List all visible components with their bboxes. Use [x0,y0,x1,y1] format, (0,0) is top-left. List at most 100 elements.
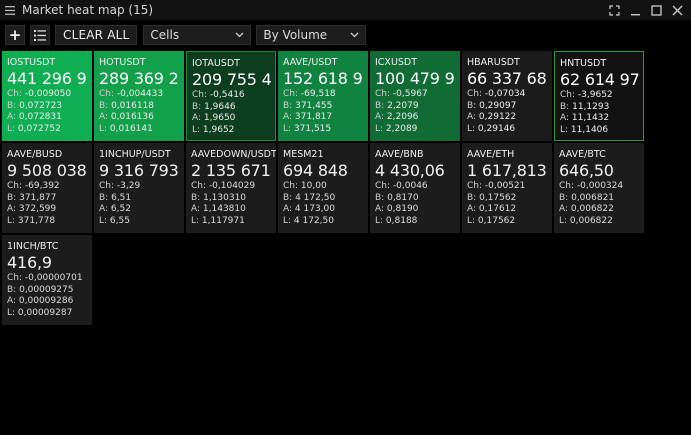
tile-ask: 1,9650 [203,113,236,123]
tile-symbol: IOSTUSDT [7,57,56,68]
heat-map-tile[interactable]: HOTUSDT 289 369 2 Ch: -0,004433 B: 0,016… [94,51,184,141]
heat-map-tile[interactable]: AAVE/BNB 4 430,06 Ch: -0,0046 B: 0,8170 … [370,143,460,233]
heat-map-tile[interactable]: 1INCHUP/USDT 9 316 793 Ch: -3,29 B: 6,51… [94,143,184,233]
tile-last: 1,9652 [202,124,235,135]
ask-label: A: [467,204,477,214]
ask-label: A: [191,204,201,214]
heat-map-tile[interactable]: MESM21 694 848 Ch: 10,00 B: 4 172,50 A: … [278,143,368,233]
ask-label: A: [7,112,17,122]
heat-map-tile[interactable]: HNTUSDT 62 614 97 Ch: -3,9652 B: 11,1293… [554,51,644,141]
heat-map-tile[interactable]: AAVEDOWN/USDT 2 135 671 Ch: -0,104029 B:… [186,143,276,233]
hamburger-menu-icon[interactable] [0,0,20,20]
tile-bid: 0,006821 [571,192,615,203]
tile-bid-row: B: 0,00009275 [7,285,92,297]
last-label: L: [560,124,569,135]
tile-volume: 441 296 9 [7,69,87,88]
heat-map-tile[interactable]: AAVE/BUSD 9 508 038 Ch: -69,392 B: 371,8… [2,143,92,233]
tile-last-row: L: 371,778 [7,216,92,228]
tile-symbol: HOTUSDT [99,57,146,68]
tile-bid-row: B: 371,877 [7,193,92,205]
tile-ask: 1,143810 [202,204,246,214]
tile-change-row: Ch: -0,5967 [375,89,460,101]
tile-bid: 1,130310 [203,192,247,203]
view-mode-select[interactable]: Cells [143,25,252,45]
sort-mode-value: By Volume [263,28,328,42]
tile-change-row: Ch: -0,009050 [7,89,92,101]
heat-map-tile[interactable]: AAVE/ETH 1 617,813 Ch: -0,00521 B: 0,175… [462,143,552,233]
tile-bid-row: B: 0,072723 [7,101,92,113]
heat-map-tile[interactable]: AAVE/BTC 646,50 Ch: -0,000324 B: 0,00682… [554,143,644,233]
add-button[interactable]: + [5,25,25,45]
window-title: Market heat map (15) [22,3,154,17]
maximize-icon[interactable] [647,1,666,19]
tile-symbol: AAVE/BTC [559,149,606,160]
tile-last-row: L: 0,8188 [375,216,460,228]
tile-change: -0,5416 [209,90,245,100]
tile-last: 2,2089 [385,123,418,134]
tile-last-row: L: 0,072752 [7,124,92,136]
heat-map-tile[interactable]: 1INCH/BTC 416,9 Ch: -0,00000701 B: 0,000… [2,235,92,325]
change-label: Ch: [560,90,576,100]
tile-bid: 2,2079 [387,100,419,111]
tile-ask: 4 173,00 [294,204,335,214]
tile-last: 11,1406 [570,124,609,135]
bid-label: B: [192,101,202,112]
change-label: Ch: [283,89,299,99]
clear-all-button[interactable]: CLEAR ALL [55,25,138,45]
tile-volume: 694 848 [283,161,348,180]
tile-bid: 371,455 [295,100,333,111]
tile-change: -0,00521 [484,181,526,191]
tile-bid-row: B: 1,130310 [191,193,276,205]
tile-last: 371,778 [17,215,56,226]
tile-last-row: L: 1,117971 [191,216,276,228]
ask-label: A: [375,112,385,122]
tile-change: -0,00000701 [24,273,83,283]
tile-volume: 416,9 [7,253,52,272]
toolbar: + CLEAR ALL Cells By Volume [0,22,691,48]
tile-ask-row: A: 6,52 [99,204,184,216]
tile-ask: 0,072831 [18,112,62,122]
heat-map-tile[interactable]: IOSTUSDT 441 296 9 Ch: -0,009050 B: 0,07… [2,51,92,141]
heat-map-tile[interactable]: ICXUSDT 100 479 9 Ch: -0,5967 B: 2,2079 … [370,51,460,141]
tile-bid: 0,29097 [479,100,517,111]
fullscreen-icon[interactable] [605,1,624,19]
tile-ask-row: A: 371,817 [283,112,368,124]
tile-symbol: AAVE/BNB [375,149,424,160]
tile-change: -69,392 [24,181,60,191]
ask-label: A: [99,204,109,214]
tile-last-row: L: 371,515 [283,124,368,136]
tile-ask-row: A: 11,1432 [560,113,643,125]
tile-bid-row: B: 0,29097 [467,101,552,113]
tile-symbol: AAVEDOWN/USDT [191,149,276,160]
ask-label: A: [7,204,17,214]
tile-change: -0,000324 [576,181,624,191]
heat-map-tile[interactable]: AAVE/USDT 152 618 9 Ch: -69,518 B: 371,4… [278,51,368,141]
last-label: L: [7,123,16,134]
tile-change-row: Ch: -3,29 [99,181,184,193]
bid-label: B: [467,100,477,111]
heat-map-tile[interactable]: HBARUSDT 66 337 68 Ch: -0,07034 B: 0,290… [462,51,552,141]
tile-volume: 152 618 9 [283,69,363,88]
tile-volume: 66 337 68 [467,69,547,88]
tile-ask-row: A: 0,072831 [7,112,92,124]
minimize-icon[interactable] [626,1,645,19]
close-icon[interactable] [668,1,687,19]
tile-volume: 1 617,813 [467,161,547,180]
sort-mode-select[interactable]: By Volume [256,25,367,45]
tile-last: 0,072752 [17,123,61,134]
last-label: L: [7,215,16,226]
tile-change-row: Ch: 10,00 [283,181,368,193]
tile-change: -0,104029 [208,181,256,191]
ask-label: A: [559,204,569,214]
heat-map-tile[interactable]: IOTAUSDT 209 755 4 Ch: -0,5416 B: 1,9646… [186,51,276,141]
last-label: L: [375,215,384,226]
tile-symbol: ICXUSDT [375,57,418,68]
tile-change: -0,0046 [392,181,428,191]
tile-ask: 11,1432 [571,113,610,123]
tile-bid: 1,9646 [204,101,236,112]
tile-symbol: MESM21 [283,149,324,160]
tile-ask-row: A: 0,016136 [99,112,184,124]
last-label: L: [283,215,292,226]
bid-label: B: [7,192,17,203]
list-view-button[interactable] [30,25,50,45]
